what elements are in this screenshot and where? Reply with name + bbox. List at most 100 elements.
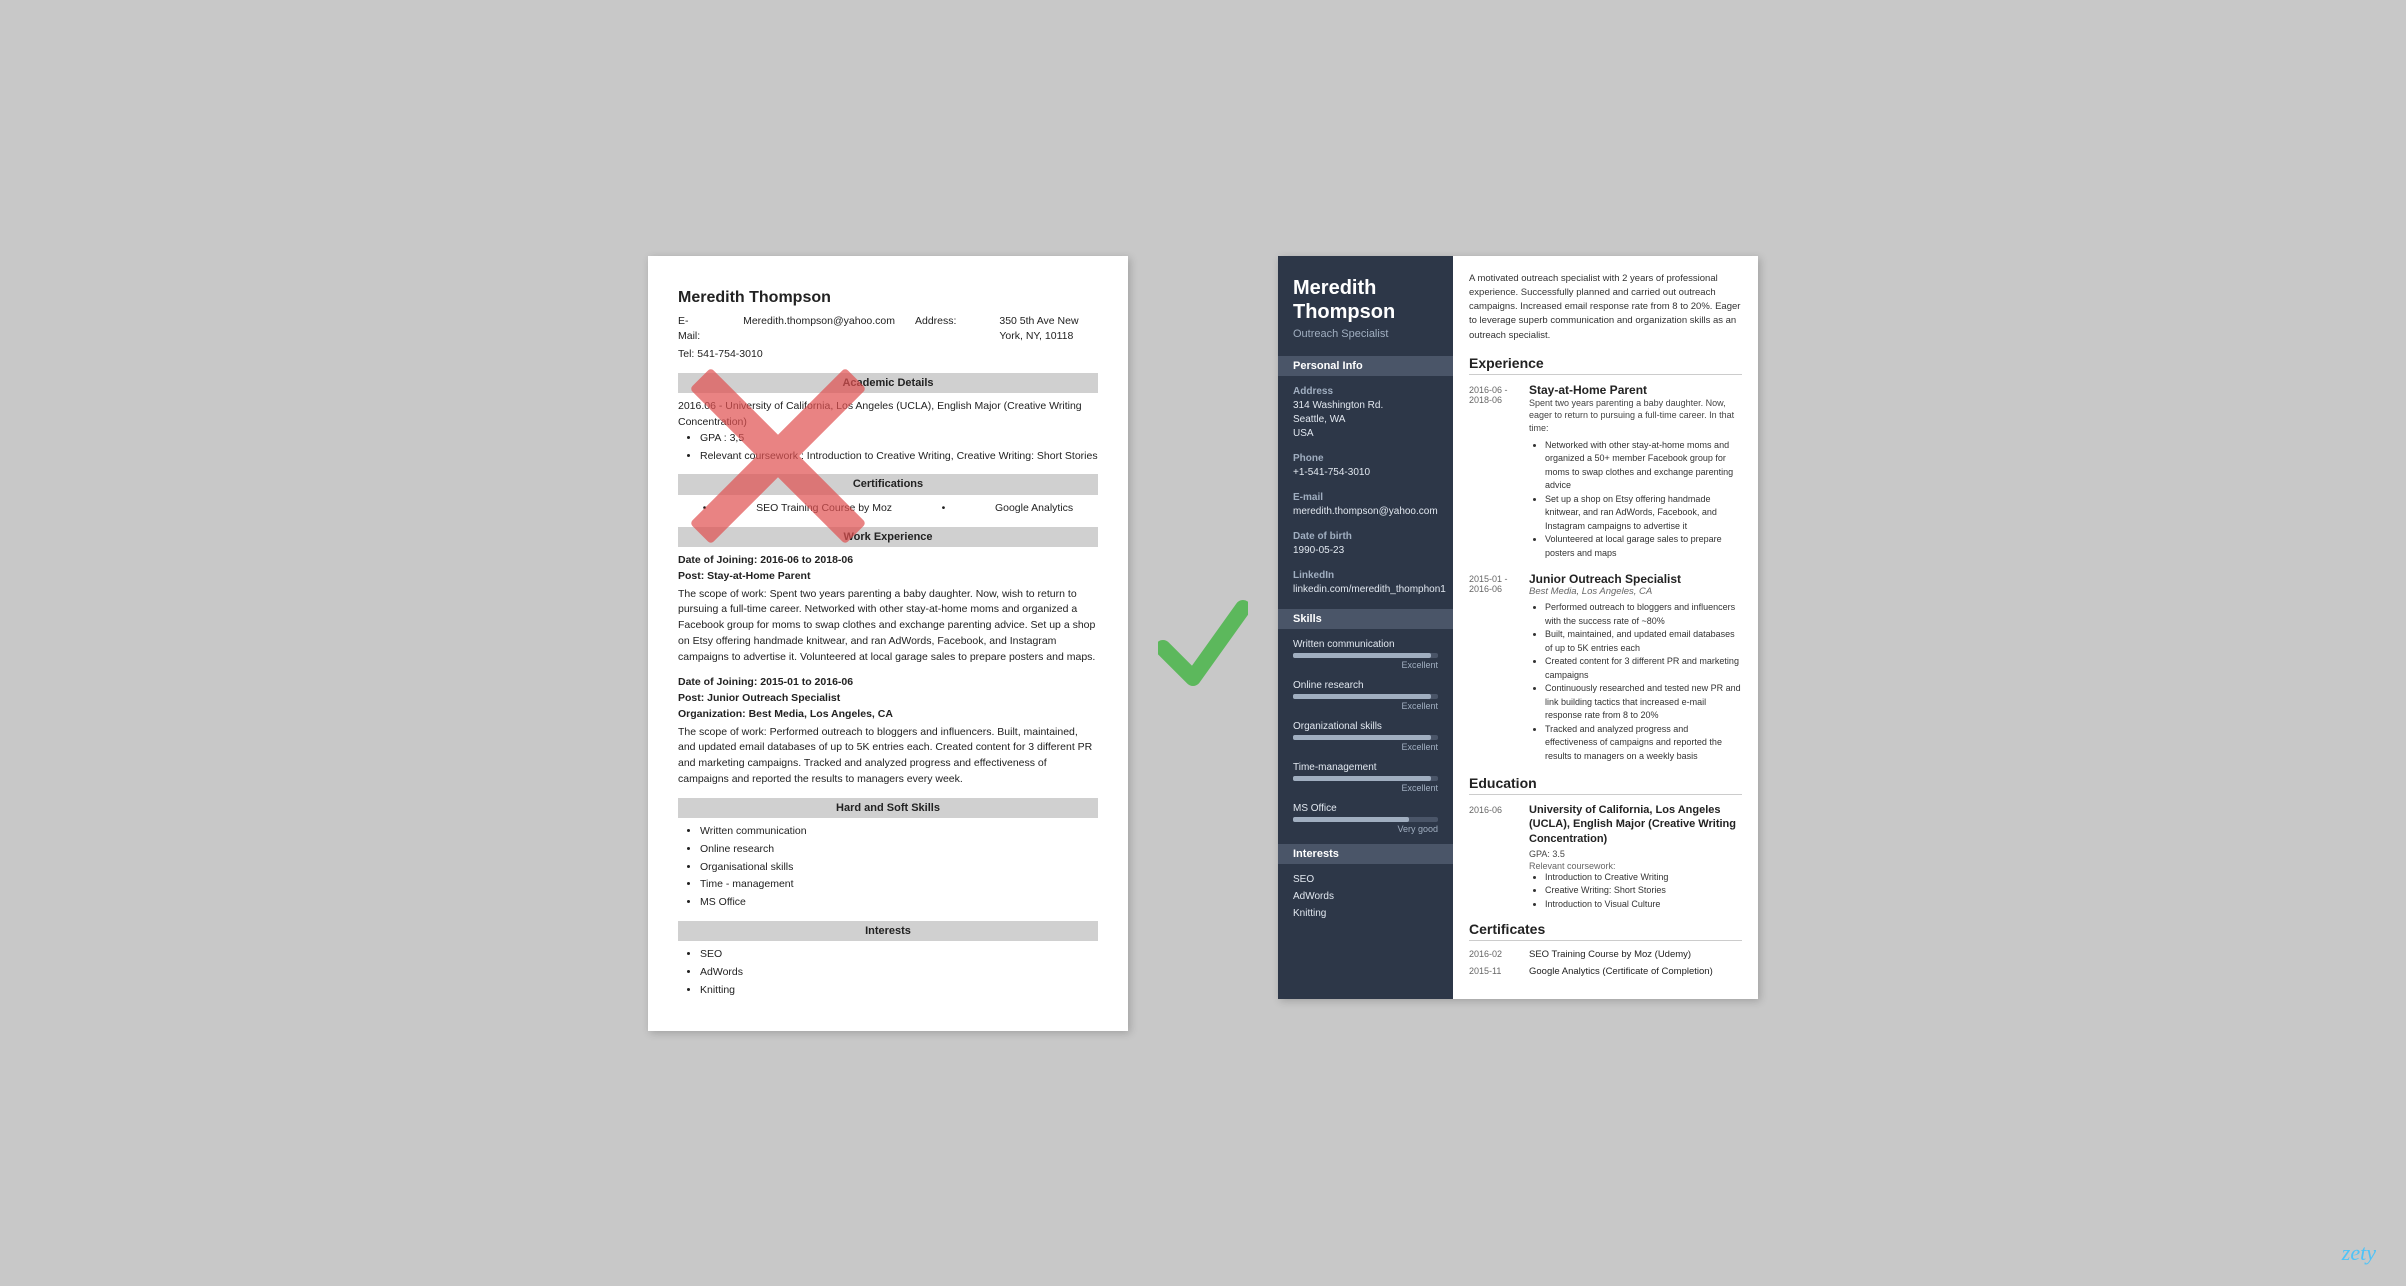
interest-knitting: Knitting [1293,908,1438,919]
email-sidebar-value: meredith.thompson@yahoo.com [1293,505,1438,519]
skill-ms-rating: Very good [1293,824,1438,834]
address-info: Address 314 Washington Rd.Seattle, WAUSA [1293,386,1438,441]
skill-time: Time-management Excellent [1293,762,1438,793]
main-container: Meredith Thompson E-Mail: Meredith.thomp… [648,256,1758,1031]
skill-time-bar-fill [1293,776,1431,781]
interests-list: SEO AdWords Knitting [678,947,1098,998]
edu-coursework-label: Relevant coursework: [1529,861,1742,871]
skill-written: Written communication Excellent [1293,639,1438,670]
skill-written-name: Written communication [1293,639,1438,650]
exp-date-1: 2016-06 -2018-06 [1469,383,1519,560]
org-value-2: Best Media, Los Angeles, CA [749,708,893,720]
skill-ms-name: MS Office [1293,803,1438,814]
exp-bullet-2-5: Tracked and analyzed progress and effect… [1545,723,1742,764]
experience-title: Experience [1469,355,1742,375]
post-label-1: Post: [678,570,704,582]
tel-label: Tel: [678,348,694,360]
address-label: Address [1293,386,1438,397]
contact-row-2: Tel: 541-754-3010 [678,347,1098,363]
skill-online-bar-fill [1293,694,1431,699]
dob-label: Date of birth [1293,531,1438,542]
resume-left: Meredith Thompson E-Mail: Meredith.thomp… [648,256,1128,1031]
skill-2: Online research [700,842,1098,858]
cert-entry-1: 2016-02 SEO Training Course by Moz (Udem… [1469,949,1742,960]
left-name: Meredith Thompson [678,286,1098,310]
scope-label-2: The scope of work: [678,726,767,738]
email-info: E-mail meredith.thompson@yahoo.com [1293,492,1438,519]
post-value-2: Junior Outreach Specialist [707,692,840,704]
work-2-org-label: Organization: Best Media, Los Angeles, C… [678,707,1098,723]
exp-bullet-1-1: Networked with other stay-at-home moms a… [1545,439,1742,493]
cert-name-1: SEO Training Course by Moz (Udemy) [1529,949,1691,960]
skill-written-bar-fill [1293,653,1431,658]
skills-title: Skills [1278,609,1453,629]
date-value-1: 2016-06 to 2018-06 [760,554,853,566]
phone-value: +1-541-754-3010 [1293,466,1438,480]
skill-time-bar-bg [1293,776,1438,781]
exp-company-2: Best Media, Los Angeles, CA [1529,586,1742,597]
exp-bullet-2-2: Built, maintained, and updated email dat… [1545,628,1742,655]
exp-body-2: Junior Outreach Specialist Best Media, L… [1529,572,1742,763]
skill-org-bar-fill [1293,735,1431,740]
dob-info: Date of birth 1990-05-23 [1293,531,1438,558]
main-content: A motivated outreach specialist with 2 y… [1453,256,1758,1000]
address-value: 350 5th Ave New York, NY, 10118 [999,314,1098,346]
interest-1: SEO [700,947,1098,963]
work-entry-1: Date of Joining: 2016-06 to 2018-06 Post… [678,553,1098,665]
skill-online: Online research Excellent [1293,680,1438,711]
course-1: Introduction to Creative Writing [1545,871,1742,885]
skill-3: Organisational skills [700,860,1098,876]
skill-org-bar-bg [1293,735,1438,740]
skill-time-name: Time-management [1293,762,1438,773]
edu-right-school-1: University of California, Los Angeles (U… [1529,803,1742,846]
work-header: Work Experience [678,527,1098,548]
date-value-2: 2015-01 to 2016-06 [760,676,853,688]
skill-org: Organizational skills Excellent [1293,721,1438,752]
skill-org-rating: Excellent [1293,742,1438,752]
edu-line: 2016.06 - University of California, Los … [678,399,1098,431]
linkedin-value: linkedin.com/meredith_thomphon1 [1293,583,1438,597]
date-of-joining-label-2: Date of Joining: [678,676,757,688]
date-of-joining-label-1: Date of Joining: [678,554,757,566]
cert-bullet: • [703,501,707,517]
exp-bullet-1-2: Set up a shop on Etsy offering handmade … [1545,493,1742,534]
cert-date-1: 2016-02 [1469,949,1519,960]
course-3: Introduction to Visual Culture [1545,898,1742,912]
exp-bullets-1: Networked with other stay-at-home moms a… [1545,439,1742,561]
skill-online-rating: Excellent [1293,701,1438,711]
skill-written-bar-bg [1293,653,1438,658]
skill-time-rating: Excellent [1293,783,1438,793]
scope-label-1: The scope of work: [678,588,767,600]
post-value-1: Stay-at-Home Parent [707,570,810,582]
skill-org-name: Organizational skills [1293,721,1438,732]
education-title: Education [1469,775,1742,795]
cert-2: Google Analytics [995,501,1073,517]
skill-written-rating: Excellent [1293,660,1438,670]
edu-right-date-1: 2016-06 [1469,803,1519,911]
cert-date-2: 2015-11 [1469,966,1519,977]
work-1-post-label: Post: Stay-at-Home Parent [678,569,1098,585]
edu-right-entry-1: 2016-06 University of California, Los An… [1469,803,1742,911]
cert-bullet-2: • [942,501,946,517]
interests-header: Interests [678,921,1098,942]
work-1-date-label: Date of Joining: 2016-06 to 2018-06 [678,553,1098,569]
exp-desc-1: Spent two years parenting a baby daughte… [1529,397,1742,435]
certs-header: Certifications [678,474,1098,495]
skills-list: Written communication Online research Or… [678,824,1098,911]
interest-3: Knitting [700,983,1098,999]
phone-label: Phone [1293,453,1438,464]
contact-row-1: E-Mail: Meredith.thompson@yahoo.com Addr… [678,314,1098,346]
certs-title: Certificates [1469,921,1742,941]
interest-seo: SEO [1293,874,1438,885]
email-value: Meredith.thompson@yahoo.com [743,314,895,346]
edu-coursework: Relevant coursework : Introduction to Cr… [700,449,1098,465]
exp-entry-2: 2015-01 -2016-06 Junior Outreach Special… [1469,572,1742,763]
edu-right-body-1: University of California, Los Angeles (U… [1529,803,1742,911]
summary-text: A motivated outreach specialist with 2 y… [1469,272,1742,343]
edu-courses: Introduction to Creative Writing Creativ… [1545,871,1742,912]
skill-ms-bar-bg [1293,817,1438,822]
phone-info: Phone +1-541-754-3010 [1293,453,1438,480]
linkedin-label: LinkedIn [1293,570,1438,581]
work-2-post-label: Post: Junior Outreach Specialist [678,691,1098,707]
course-2: Creative Writing: Short Stories [1545,884,1742,898]
